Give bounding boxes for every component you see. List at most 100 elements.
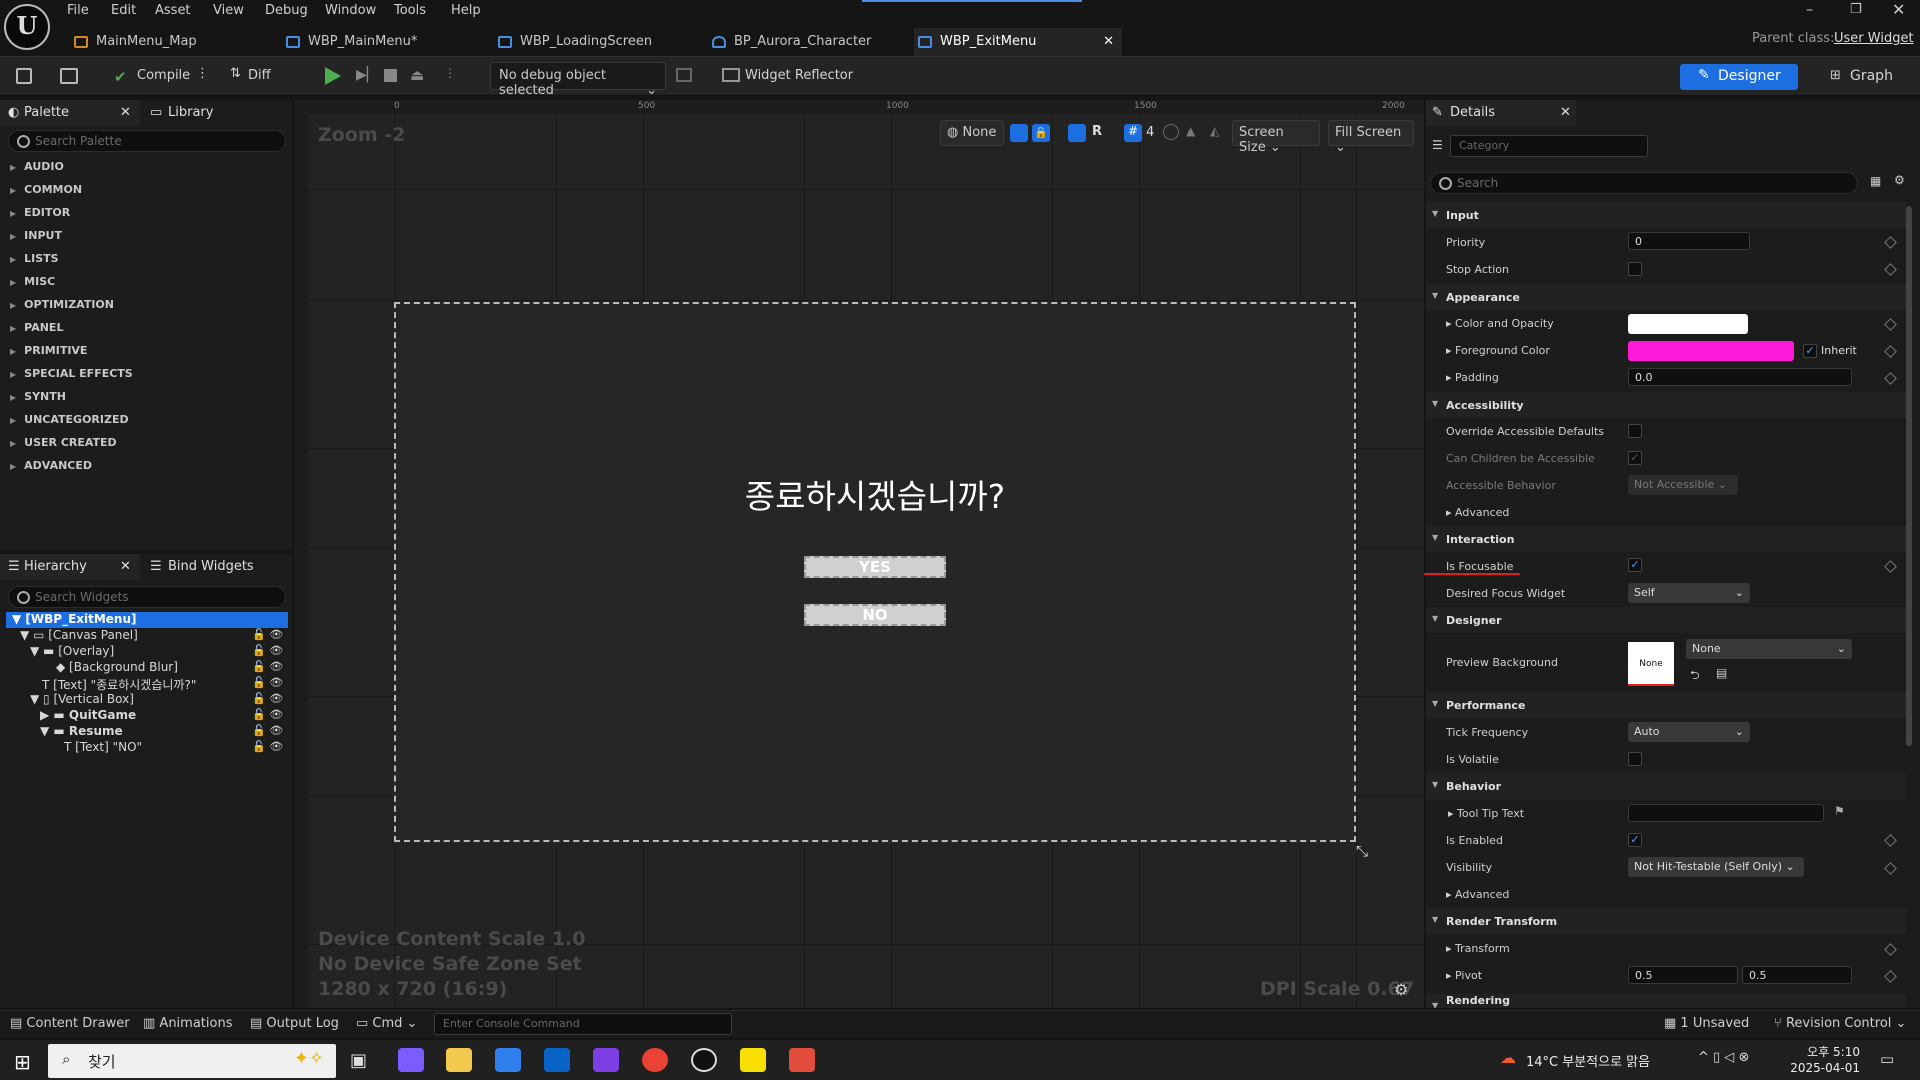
lock-visibility-icon[interactable]: 🔓 👁 xyxy=(252,692,283,705)
hierarchy-item-root[interactable]: ▼ [WBP_ExitMenu] xyxy=(12,612,137,626)
widget-reflector-button[interactable]: Widget Reflector xyxy=(745,68,853,83)
desired-focus-dropdown[interactable]: Self ⌄ xyxy=(1628,583,1750,603)
exit-menu-widget-preview[interactable]: 종료하시겠습니까? YES NO xyxy=(394,302,1356,842)
advanced-expander[interactable]: ▸ Advanced xyxy=(1446,506,1509,519)
step-icon[interactable]: ▶▏ xyxy=(356,67,378,83)
library-tab[interactable]: ▭ Library xyxy=(144,100,284,126)
diff-button[interactable]: Diff xyxy=(248,68,271,83)
weather-text[interactable]: 14°C 부분적으로 맑음 xyxy=(1526,1051,1650,1070)
notification-icon[interactable]: ▭ xyxy=(1880,1050,1894,1068)
close-details-icon[interactable]: ✕ xyxy=(1560,105,1571,120)
menu-asset[interactable]: Asset xyxy=(155,3,191,18)
is-focusable-checkbox[interactable]: ✓ xyxy=(1628,558,1642,572)
category-name-field[interactable]: Category xyxy=(1450,135,1648,157)
pivot-expander[interactable]: ▸ Pivot xyxy=(1446,969,1482,982)
pivot-x-field[interactable]: 0.5 xyxy=(1628,966,1738,984)
palette-category-input[interactable]: INPUT xyxy=(10,229,62,242)
menu-view[interactable]: View xyxy=(213,3,244,18)
tab-wbp-loadingscreen[interactable]: WBP_LoadingScreen xyxy=(494,28,694,56)
hierarchy-item-resume[interactable]: ▼ ▬ Resume xyxy=(40,724,123,738)
stop-action-checkbox[interactable] xyxy=(1628,262,1642,276)
console-command-input[interactable]: Enter Console Command xyxy=(434,1013,732,1035)
graph-mode-button[interactable]: Graph xyxy=(1850,68,1893,84)
lock-visibility-icon[interactable]: 🔓 👁 xyxy=(252,676,283,689)
lock-icon[interactable]: 🔒 xyxy=(1032,124,1050,142)
screen-size-dropdown[interactable]: Screen Size ⌄ xyxy=(1232,120,1320,155)
compile-button[interactable]: Compile xyxy=(137,68,190,83)
tick-frequency-dropdown[interactable]: Auto ⌄ xyxy=(1628,722,1750,742)
lock-visibility-icon[interactable]: 🔓 👁 xyxy=(252,628,283,641)
inherit-checkbox[interactable]: ✓ xyxy=(1803,344,1817,358)
palette-category-lists[interactable]: LISTS xyxy=(10,252,58,265)
palette-category-primitive[interactable]: PRIMITIVE xyxy=(10,344,87,357)
kakaotalk-icon[interactable] xyxy=(740,1048,766,1072)
yes-button[interactable]: YES xyxy=(804,556,946,578)
section-accessibility[interactable]: Accessibility xyxy=(1426,392,1906,418)
copilot-icon[interactable] xyxy=(398,1048,424,1072)
outlook-icon[interactable] xyxy=(544,1048,570,1072)
tab-wbp-mainmenu[interactable]: WBP_MainMenu* xyxy=(282,28,482,56)
pivot-y-field[interactable]: 0.5 xyxy=(1742,966,1852,984)
play-options-icon[interactable]: ⋮ xyxy=(444,66,456,80)
output-log-button[interactable]: ▤ Output Log xyxy=(250,1016,339,1031)
table-view-icon[interactable]: ▦ xyxy=(1870,174,1881,188)
grid-snap-value[interactable]: 4 xyxy=(1146,125,1154,140)
visual-studio-icon[interactable] xyxy=(593,1048,619,1072)
dpi-settings-gear-icon[interactable]: ⚙ xyxy=(1394,980,1408,999)
tab-bp-aurora-character[interactable]: BP_Aurora_Character xyxy=(708,28,908,56)
preview-background-dropdown[interactable]: None ⌄ xyxy=(1686,639,1852,659)
resize-handle-icon[interactable]: ⤡ xyxy=(1356,842,1368,860)
is-enabled-checkbox[interactable]: ✓ xyxy=(1628,833,1642,847)
section-performance[interactable]: Performance xyxy=(1426,692,1906,718)
palette-tab[interactable]: ◐ Palette ✕ xyxy=(0,100,140,126)
transform-expander[interactable]: ▸ Transform xyxy=(1446,942,1510,955)
hierarchy-item-text-title[interactable]: T [Text] "종료하시겠습니까?" xyxy=(42,676,196,693)
section-designer[interactable]: Designer xyxy=(1426,607,1906,633)
unreal-logo-icon[interactable]: U xyxy=(4,4,50,50)
preview-background-thumbnail[interactable]: None xyxy=(1628,642,1674,686)
preview-background-toggle[interactable]: ◍ None xyxy=(940,120,1004,146)
foreground-color-swatch[interactable] xyxy=(1628,341,1794,361)
image-preview-icon[interactable]: ▲ xyxy=(1186,124,1195,138)
section-interaction[interactable]: Interaction xyxy=(1426,526,1906,552)
hierarchy-item-quitgame[interactable]: ▶ ▬ QuitGame xyxy=(40,708,136,722)
is-volatile-checkbox[interactable] xyxy=(1628,752,1642,766)
hierarchy-item-canvas-panel[interactable]: ▼ ▭ [Canvas Panel] xyxy=(20,628,138,642)
animations-button[interactable]: ▥ Animations xyxy=(143,1016,232,1031)
task-view-icon[interactable]: ▣ xyxy=(350,1050,367,1071)
palette-category-uncategorized[interactable]: UNCATEGORIZED xyxy=(10,413,128,426)
lock-visibility-icon[interactable]: 🔓 👁 xyxy=(252,724,283,737)
section-input[interactable]: Input xyxy=(1426,202,1906,228)
eject-icon[interactable]: ⏏ xyxy=(410,66,424,84)
restore-icon[interactable]: ❐ xyxy=(1850,2,1862,17)
section-appearance[interactable]: Appearance xyxy=(1426,284,1906,310)
microsoft-store-icon[interactable] xyxy=(495,1048,521,1072)
use-selected-asset-icon[interactable]: ⮌ xyxy=(1690,666,1700,687)
tooltip-binding-icon[interactable]: ⚑ xyxy=(1834,804,1845,818)
hierarchy-item-background-blur[interactable]: ◆ [Background Blur] xyxy=(56,660,178,674)
menu-window[interactable]: Window xyxy=(325,3,376,18)
unsaved-button[interactable]: ▦ 1 Unsaved xyxy=(1664,1016,1749,1031)
bind-widgets-tab[interactable]: ☰ Bind Widgets xyxy=(144,554,284,580)
clock-time[interactable]: 오후 5:10 xyxy=(1802,1043,1860,1060)
tooltip-text-field[interactable] xyxy=(1628,804,1824,822)
revision-control-button[interactable]: ⑂ Revision Control ⌄ xyxy=(1774,1016,1906,1031)
palette-category-advanced[interactable]: ADVANCED xyxy=(10,459,92,472)
hierarchy-item-vertical-box[interactable]: ▼ ▯ [Vertical Box] xyxy=(30,692,134,706)
menu-file[interactable]: File xyxy=(67,3,89,18)
menu-edit[interactable]: Edit xyxy=(111,3,136,18)
exit-prompt-text[interactable]: 종료하시겠습니까? xyxy=(396,470,1354,518)
fill-screen-dropdown[interactable]: Fill Screen ⌄ xyxy=(1328,120,1414,155)
details-tab[interactable]: ✎ Details ✕ xyxy=(1426,100,1576,126)
lock-visibility-icon[interactable]: 🔓 👁 xyxy=(252,740,283,753)
app-icon[interactable] xyxy=(789,1048,815,1072)
palette-category-synth[interactable]: SYNTH xyxy=(10,390,66,403)
close-window-icon[interactable]: ✕ xyxy=(1892,0,1905,19)
advanced-behavior-expander[interactable]: ▸ Advanced xyxy=(1446,888,1509,901)
tab-wbp-exitmenu[interactable]: WBP_ExitMenu ✕ xyxy=(914,28,1122,56)
priority-field[interactable]: 0 xyxy=(1628,232,1750,250)
triangle-preview-icon[interactable]: ◭ xyxy=(1210,124,1219,138)
compile-options-icon[interactable]: ⋮ xyxy=(196,66,209,81)
hierarchy-search-input[interactable]: Search Widgets xyxy=(8,586,286,608)
palette-category-audio[interactable]: AUDIO xyxy=(10,160,64,173)
